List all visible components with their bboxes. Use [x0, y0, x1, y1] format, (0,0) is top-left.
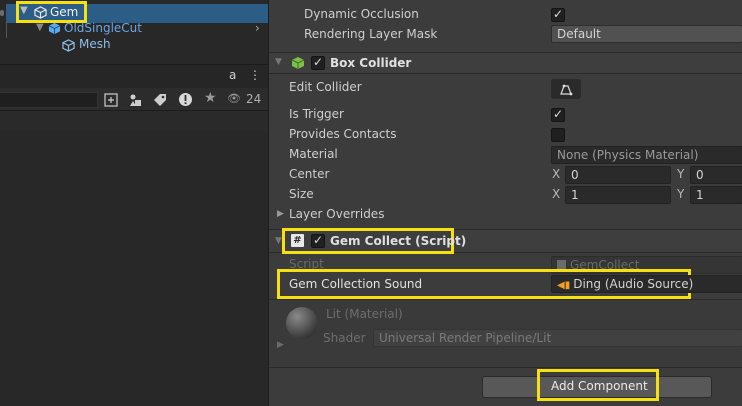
box-collider-enabled-checkbox[interactable]	[311, 55, 325, 70]
audio-source-icon: ◀▮	[557, 280, 571, 291]
lock-icon[interactable]: a	[229, 68, 236, 82]
inspector-panel: Dynamic Occlusion Rendering Layer Mask D…	[268, 0, 742, 406]
is-trigger-checkbox[interactable]	[551, 107, 565, 122]
rendering-layer-mask-dropdown[interactable]: Default	[551, 25, 742, 43]
hierarchy-tree: ▼ Gem ▼ OldSingleCut › Mesh	[0, 0, 268, 64]
script-hash-icon: #	[291, 234, 304, 247]
cube-icon	[34, 6, 47, 19]
center-y-axis-label[interactable]: Y	[677, 167, 684, 181]
provides-contacts-label: Provides Contacts	[289, 127, 397, 141]
shader-dropdown[interactable]: Universal Render Pipeline/Lit	[373, 329, 742, 347]
tree-guide-line	[6, 20, 7, 38]
favorite-star-icon[interactable]: ★	[204, 90, 217, 106]
size-y-axis-label[interactable]: Y	[677, 187, 684, 201]
warning-icon[interactable]	[178, 92, 193, 107]
foldout-arrow-icon[interactable]: ▶	[277, 340, 284, 350]
prefab-cube-icon	[48, 22, 61, 35]
gem-collect-title: Gem Collect (Script)	[330, 234, 467, 248]
layer-overrides-foldout[interactable]: Layer Overrides	[289, 207, 384, 221]
material-preview-sphere	[286, 307, 318, 339]
project-breadcrumb-bar	[0, 111, 268, 131]
box-collider-icon	[291, 56, 305, 70]
cube-icon	[62, 39, 75, 52]
center-label: Center	[289, 167, 330, 181]
expand-arrow-icon[interactable]: ▼	[36, 22, 44, 33]
divider	[269, 367, 742, 368]
rendering-layer-mask-label: Rendering Layer Mask	[304, 27, 438, 41]
gem-collect-enabled-checkbox[interactable]	[311, 233, 325, 248]
box-collider-title: Box Collider	[330, 56, 412, 70]
filter-by-type-icon[interactable]	[129, 93, 143, 107]
physics-material-field[interactable]: None (Physics Material)	[551, 146, 742, 164]
kebab-menu-icon[interactable]: ⋮	[249, 68, 261, 82]
center-x-axis-label[interactable]: X	[552, 167, 560, 181]
dynamic-occlusion-checkbox[interactable]	[551, 7, 565, 22]
center-y-field[interactable]: 0	[690, 166, 742, 184]
material-label: Material	[289, 147, 338, 161]
size-x-axis-label[interactable]: X	[552, 187, 560, 201]
gem-collection-sound-label: Gem Collection Sound	[289, 277, 423, 291]
foldout-arrow-icon[interactable]: ▼	[275, 57, 282, 67]
shader-label: Shader	[323, 331, 366, 345]
tree-item-gem[interactable]: Gem	[50, 5, 78, 19]
edit-collider-label: Edit Collider	[289, 80, 362, 94]
provides-contacts-checkbox[interactable]	[551, 128, 565, 142]
foldout-arrow-icon[interactable]: ▼	[275, 236, 282, 246]
create-asset-icon[interactable]	[104, 93, 118, 107]
dynamic-occlusion-label: Dynamic Occlusion	[304, 7, 419, 21]
chevron-right-icon[interactable]: ›	[255, 21, 260, 35]
tree-item-oldsinglecut[interactable]: OldSingleCut	[64, 21, 142, 35]
row-marker	[0, 10, 4, 16]
center-x-field[interactable]: 0	[565, 166, 671, 184]
size-label: Size	[289, 187, 314, 201]
edit-collider-button[interactable]	[551, 79, 581, 99]
material-name: Lit (Material)	[326, 307, 403, 321]
foldout-arrow-icon[interactable]: ▶	[277, 209, 284, 219]
size-y-field[interactable]: 1	[690, 186, 742, 204]
hidden-count: 24	[246, 92, 262, 106]
hierarchy-panel: ▼ Gem ▼ OldSingleCut › Mesh a ⋮ ★ 👁 24	[0, 0, 268, 406]
project-toolbar: ★ 👁 24	[0, 88, 268, 111]
is-trigger-label: Is Trigger	[289, 107, 344, 121]
tree-item-mesh[interactable]: Mesh	[79, 37, 111, 51]
search-input[interactable]	[0, 92, 98, 108]
size-x-field[interactable]: 1	[565, 186, 671, 204]
add-component-button[interactable]: Add Component	[551, 379, 648, 393]
gem-collection-sound-field[interactable]: ◀▮ Ding (Audio Source)	[551, 275, 742, 293]
project-panel-header: a ⋮	[0, 64, 268, 88]
gem-collection-sound-value: Ding (Audio Source)	[573, 277, 694, 291]
eye-icon[interactable]: 👁	[227, 92, 241, 105]
filter-by-label-icon[interactable]	[153, 93, 167, 107]
